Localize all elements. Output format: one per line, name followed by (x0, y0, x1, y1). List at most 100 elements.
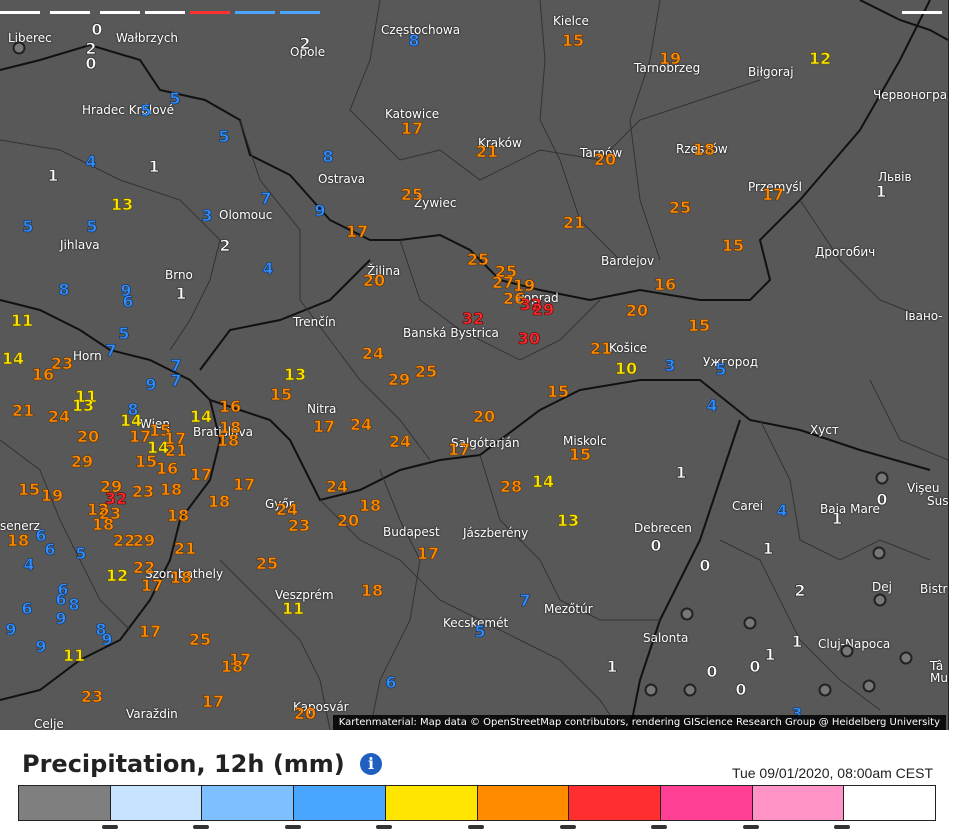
precip-value[interactable]: 5 (22, 218, 34, 235)
precip-value[interactable]: 22 (113, 532, 136, 549)
precip-value[interactable]: 24 (362, 345, 385, 362)
station-marker-icon[interactable] (12, 41, 26, 55)
precip-value[interactable]: 9 (145, 376, 157, 393)
precip-value[interactable]: 3 (664, 357, 676, 374)
precip-value[interactable]: 23 (132, 483, 155, 500)
precip-value[interactable]: 13 (557, 512, 580, 529)
precip-value[interactable]: 17 (190, 466, 213, 483)
precip-value[interactable]: 1 (606, 658, 618, 675)
precip-value[interactable]: 18 (92, 516, 115, 533)
precip-value[interactable]: 8 (58, 281, 70, 298)
station-marker-icon[interactable] (644, 683, 658, 697)
precip-value[interactable]: 4 (23, 556, 35, 573)
station-marker-icon[interactable] (680, 607, 694, 621)
precip-value[interactable]: 17 (762, 186, 785, 203)
precip-value[interactable]: 21 (563, 214, 586, 231)
precip-value[interactable]: 16 (156, 460, 179, 477)
precip-value[interactable]: 11 (63, 647, 86, 664)
station-marker-icon[interactable] (873, 593, 887, 607)
precip-value[interactable]: 0 (650, 537, 662, 554)
precip-value[interactable]: 17 (401, 120, 424, 137)
precip-value[interactable]: 22 (133, 559, 156, 576)
precip-value[interactable]: 9 (5, 621, 17, 638)
precip-value[interactable]: 17 (313, 418, 336, 435)
precip-value[interactable]: 20 (363, 272, 386, 289)
precip-value[interactable]: 29 (71, 453, 94, 470)
precip-value[interactable]: 29 (388, 371, 411, 388)
precip-value[interactable]: 1 (762, 540, 774, 557)
precip-value[interactable]: 15 (722, 237, 745, 254)
precip-value[interactable]: 20 (77, 428, 100, 445)
precip-value[interactable]: 25 (415, 363, 438, 380)
precip-value[interactable]: 25 (669, 199, 692, 216)
station-marker-icon[interactable] (840, 644, 854, 658)
precip-value[interactable]: 6 (55, 591, 67, 608)
precip-value[interactable]: 18 (7, 532, 30, 549)
precip-value[interactable]: 9 (314, 202, 326, 219)
precip-value[interactable]: 16 (32, 366, 55, 383)
precip-value[interactable]: 5 (169, 90, 181, 107)
precip-value[interactable]: 0 (876, 491, 888, 508)
precip-value[interactable]: 8 (68, 596, 80, 613)
precip-value[interactable]: 15 (688, 317, 711, 334)
precip-value[interactable]: 17 (202, 693, 225, 710)
precip-value[interactable]: 0 (85, 55, 97, 72)
precip-value[interactable]: 14 (190, 408, 213, 425)
precip-value[interactable]: 15 (547, 383, 570, 400)
precip-value[interactable]: 1 (148, 158, 160, 175)
precip-value[interactable]: 12 (106, 567, 129, 584)
precip-value[interactable]: 24 (389, 433, 412, 450)
station-marker-icon[interactable] (899, 651, 913, 665)
precip-value[interactable]: 23 (288, 517, 311, 534)
precip-value[interactable]: 0 (699, 557, 711, 574)
precip-value[interactable]: 14 (532, 473, 555, 490)
precip-value[interactable]: 4 (262, 260, 274, 277)
precip-value[interactable]: 0 (749, 658, 761, 675)
precip-value[interactable]: 25 (256, 555, 279, 572)
precip-value[interactable]: 18 (160, 481, 183, 498)
precip-value[interactable]: 29 (532, 301, 555, 318)
precip-value[interactable]: 1 (47, 167, 59, 184)
precip-value[interactable]: 18 (170, 569, 193, 586)
precip-value[interactable]: 18 (208, 493, 231, 510)
precip-value[interactable]: 19 (41, 487, 64, 504)
precip-value[interactable]: 9 (35, 638, 47, 655)
precip-value[interactable]: 17 (448, 441, 471, 458)
precip-value[interactable]: 17 (141, 577, 164, 594)
precip-value[interactable]: 20 (594, 151, 617, 168)
precip-value[interactable]: 13 (111, 196, 134, 213)
precip-value[interactable]: 5 (118, 325, 130, 342)
precip-value[interactable]: 17 (417, 545, 440, 562)
precip-value[interactable]: 18 (359, 497, 382, 514)
precip-value[interactable]: 15 (569, 446, 592, 463)
precip-value[interactable]: 8 (322, 148, 334, 165)
precip-value[interactable]: 29 (133, 532, 156, 549)
precip-value[interactable]: 18 (217, 432, 240, 449)
precip-value[interactable]: 3 (201, 207, 213, 224)
precip-value[interactable]: 2 (219, 237, 231, 254)
precip-value[interactable]: 0 (91, 21, 103, 38)
precip-value[interactable]: 20 (626, 302, 649, 319)
precip-value[interactable]: 18 (167, 507, 190, 524)
precip-value[interactable]: 18 (693, 141, 716, 158)
precip-value[interactable]: 20 (473, 408, 496, 425)
precip-value[interactable]: 1 (791, 633, 803, 650)
precip-value[interactable]: 17 (233, 476, 256, 493)
precip-value[interactable]: 12 (809, 50, 832, 67)
precip-value[interactable]: 21 (12, 402, 35, 419)
precip-value[interactable]: 28 (500, 478, 523, 495)
precip-value[interactable]: 7 (170, 372, 182, 389)
precip-value[interactable]: 21 (165, 442, 188, 459)
station-marker-icon[interactable] (862, 679, 876, 693)
precip-value[interactable]: 23 (51, 355, 74, 372)
precip-value[interactable]: 1 (675, 464, 687, 481)
precip-value[interactable]: 18 (221, 658, 244, 675)
precip-value[interactable]: 17 (346, 223, 369, 240)
precip-value[interactable]: 15 (135, 453, 158, 470)
precip-value[interactable]: 19 (659, 50, 682, 67)
precip-value[interactable]: 2 (299, 35, 311, 52)
precip-value[interactable]: 15 (562, 32, 585, 49)
precip-value[interactable]: 0 (706, 663, 718, 680)
precip-value[interactable]: 21 (174, 540, 197, 557)
precip-value[interactable]: 6 (122, 293, 134, 310)
